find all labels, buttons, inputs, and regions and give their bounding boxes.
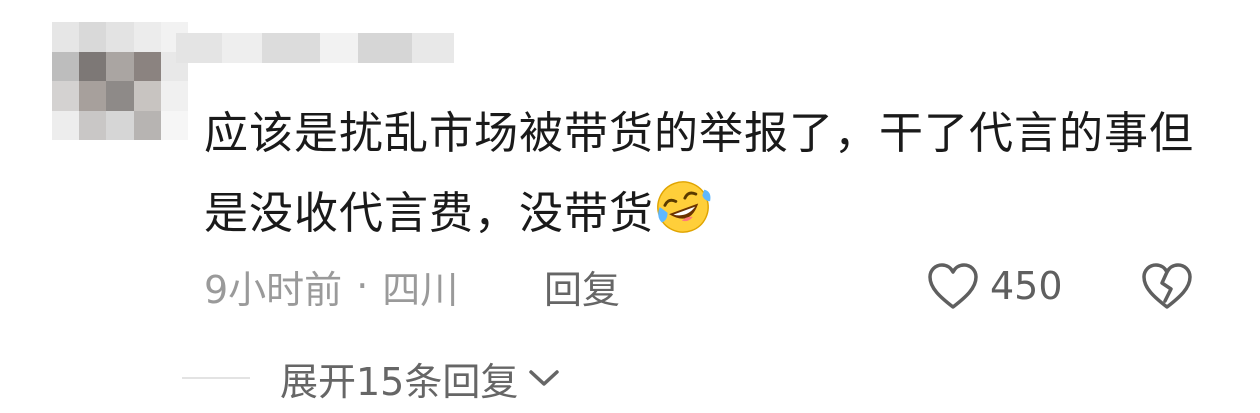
broken-heart-icon	[1142, 263, 1192, 309]
rofl-emoji	[657, 181, 711, 233]
like-button[interactable]: 450	[926, 256, 1063, 316]
username-blurred[interactable]	[176, 30, 466, 66]
heart-outline-icon	[928, 263, 978, 309]
like-count: 450	[990, 264, 1063, 308]
reply-label: 回复	[544, 267, 621, 312]
chevron-down-icon	[529, 370, 560, 386]
comment-item: 应该是扰乱市场被带货的举报了，干了代言的事但是没收代言费，没带货 9小时前 · …	[0, 0, 1260, 413]
comment-time: 9小时前	[204, 267, 343, 312]
comment-text: 应该是扰乱市场被带货的举报了，干了代言的事但是没收代言费，没带货	[204, 94, 1214, 254]
avatar[interactable]	[52, 22, 188, 140]
comment-location: 四川	[382, 267, 459, 312]
meta-separator: ·	[356, 264, 369, 308]
expand-divider-line	[182, 377, 250, 379]
comment-meta: 9小时前 · 四川	[204, 258, 458, 314]
expand-replies-button[interactable]: 展开15条回复	[182, 350, 562, 406]
reply-button[interactable]: 回复	[544, 258, 620, 314]
expand-replies-label: 展开15条回复	[280, 359, 519, 404]
dislike-button[interactable]	[1140, 256, 1196, 316]
